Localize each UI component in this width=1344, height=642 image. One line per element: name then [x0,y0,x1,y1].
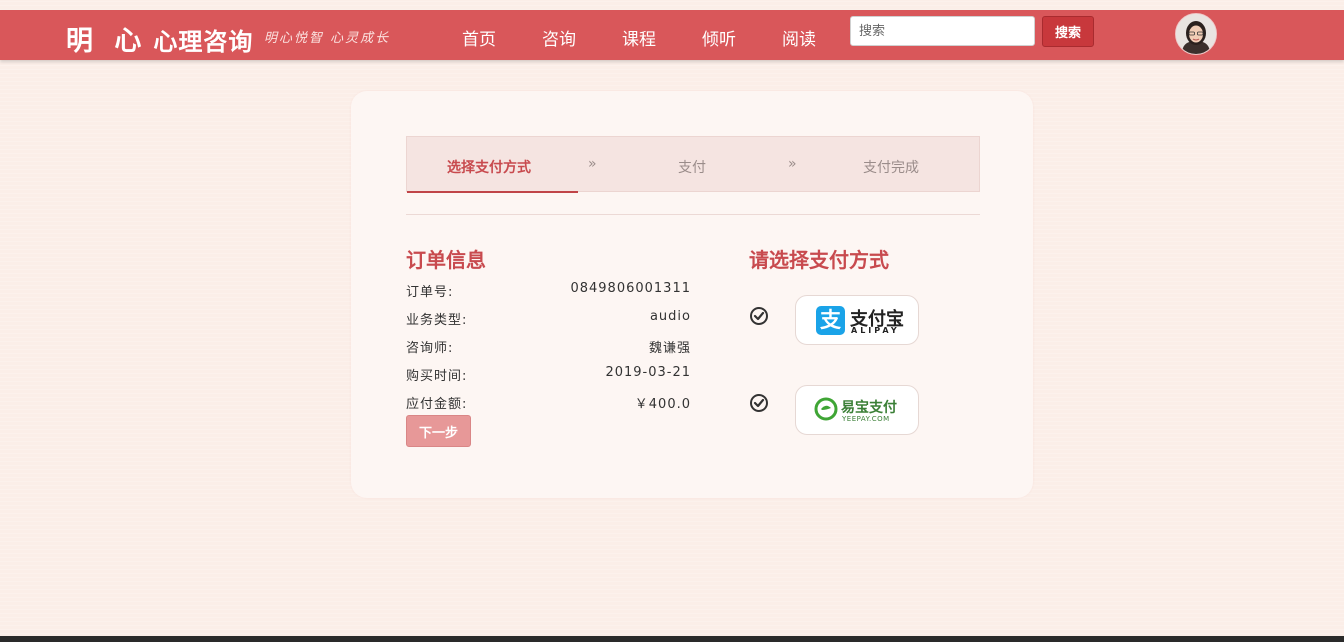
active-step-underline [407,191,578,193]
logo-text: 心理咨询 [153,27,254,56]
yeepay-en-name: YEEPAY.COM [842,415,890,423]
section-divider [406,214,980,215]
amount-due-value: ￥400.0 [634,397,691,412]
counselor-label: 咨询师: [406,341,454,356]
purchase-time-value: 2019-03-21 [605,365,691,380]
top-navbar: 明 心心理咨询 明心悦智 心灵成长 首页 咨询 课程 倾听 阅读 搜索 [0,10,1344,60]
alipay-option[interactable]: 支 支付宝 ALIPAY [795,295,919,345]
nav-item-listen[interactable]: 倾听 [702,25,736,50]
progress-steps: 选择支付方式 » 支付 » 支付完成 [406,136,980,193]
order-number-label: 订单号: [406,285,454,300]
nav-item-home[interactable]: 首页 [462,25,496,50]
step-separator: » [588,156,597,172]
user-avatar[interactable] [1175,13,1217,55]
next-step-button[interactable]: 下一步 [406,415,471,447]
order-number-value: 0849806001311 [570,281,691,296]
logo-mark-text: 明 心 [66,26,148,57]
yeepay-logo-icon [814,397,838,421]
alipay-en-name: ALIPAY [851,326,900,335]
amount-due-label: 应付金额: [406,397,468,412]
yeepay-name: 易宝支付 [841,400,897,416]
alipay-logo-icon: 支 [816,306,845,335]
site-slogan: 明心悦智 心灵成长 [264,31,391,46]
check-circle-icon[interactable] [749,393,769,413]
avatar-image [1176,14,1216,54]
payment-method-title: 请选择支付方式 [749,248,889,272]
bottom-strip [0,636,1344,642]
step-select-payment: 选择支付方式 [447,160,531,176]
order-info-title: 订单信息 [406,248,486,272]
check-circle-icon[interactable] [749,306,769,326]
nav-item-courses[interactable]: 课程 [622,25,656,50]
search-input[interactable] [850,16,1035,46]
purchase-time-label: 购买时间: [406,369,468,384]
business-type-value: audio [649,309,691,324]
business-type-label: 业务类型: [406,313,468,328]
payment-card: 选择支付方式 » 支付 » 支付完成 订单信息 请选择支付方式 订单号: 084… [351,91,1033,498]
step-pay: 支付 [678,160,706,176]
step-complete: 支付完成 [863,160,919,176]
yeepay-option[interactable]: 易宝支付 YEEPAY.COM [795,385,919,435]
site-logo[interactable]: 明 心心理咨询 [66,19,253,58]
step-separator: » [788,156,797,172]
counselor-value: 魏谦强 [648,341,691,356]
nav-item-consult[interactable]: 咨询 [542,25,576,50]
nav-item-reading[interactable]: 阅读 [782,25,816,50]
search-button[interactable]: 搜索 [1042,16,1094,47]
